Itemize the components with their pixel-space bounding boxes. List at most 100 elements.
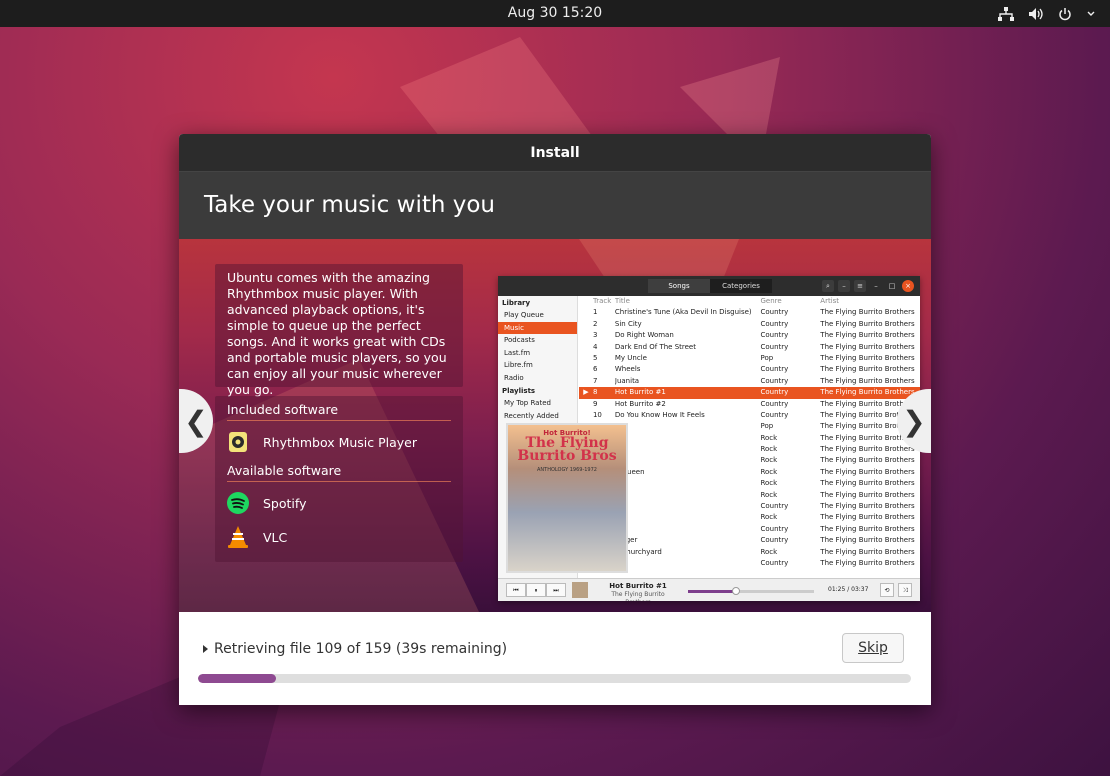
rb-track-artist: The Flying Burrito Brothers xyxy=(820,558,915,567)
rb-track-artist: The Flying Burrito Brothers xyxy=(820,445,915,454)
rb-track-row: 5 My Uncle Pop The Flying Burrito Brothers xyxy=(579,353,920,364)
rb-track-genre: Pop xyxy=(760,422,774,431)
rb-seek-bar xyxy=(688,587,814,595)
rb-library-item: Play Queue xyxy=(504,311,544,319)
rb-track-row: 10 Do You Know How It Feels Country The Fly… xyxy=(579,410,920,421)
rb-track-genre: Country xyxy=(760,376,789,385)
rb-track-number: 1 xyxy=(592,308,598,317)
rb-track-genre: Country xyxy=(760,524,789,533)
rb-track-row: ngCountry The Flying Burrito Brothers xyxy=(579,501,920,512)
software-name: Rhythmbox Music Player xyxy=(263,434,418,450)
rb-track-title: Do Right Woman xyxy=(614,331,674,340)
rb-track-row: FogRock The Flying Burrito Brothers xyxy=(579,490,920,501)
volume-icon[interactable] xyxy=(1028,7,1044,21)
rb-track-artist: The Flying Burrito Brothers xyxy=(820,376,915,385)
rb-track-genre: Rock xyxy=(760,479,778,488)
system-tray[interactable] xyxy=(998,0,1096,27)
rb-track-genre: Country xyxy=(760,308,789,317)
rb-track-number: 7 xyxy=(592,376,598,385)
rb-track-genre: Rock xyxy=(760,547,778,556)
slide-description: Ubuntu comes with the amazing Rhythmbox … xyxy=(215,264,463,397)
rb-library-item: Last.fm xyxy=(504,348,531,357)
rb-track-artist: The Flying Burrito Brothers xyxy=(820,365,915,374)
rb-play-indicator xyxy=(579,399,593,410)
rb-track-artist: The Flying Burrito Brothers xyxy=(820,502,915,511)
rb-track-row: Rock The Flying Burrito Brothers xyxy=(579,512,920,523)
rb-track-number: 4 xyxy=(592,342,598,351)
rb-col-title: Title xyxy=(614,297,630,305)
available-software-title: Available software xyxy=(227,463,451,482)
rb-track-title: Hot Burrito #1 xyxy=(614,388,666,397)
installer-window: Install Take your music with you Ubuntu … xyxy=(179,134,931,705)
top-bar: Aug 30 15:20 xyxy=(0,0,1110,27)
rb-track-number: 8 xyxy=(592,388,598,397)
rb-repeat-icon: ⟲ xyxy=(880,583,894,597)
rb-play-indicator xyxy=(579,319,593,330)
rb-track-row: 3 Do Right Woman Country The Flying Burrito… xyxy=(579,330,920,341)
rb-track-number: 10 xyxy=(592,410,602,419)
chevron-down-icon[interactable] xyxy=(1086,9,1096,19)
rb-track-artist: The Flying Burrito Brothers xyxy=(820,513,915,522)
rb-track-artist: The Flying Burrito Brothers xyxy=(820,308,915,317)
rb-column-headers: Track Title Genre Artist xyxy=(579,296,920,307)
rb-pause-icon: ⏸ xyxy=(526,583,546,597)
power-icon[interactable] xyxy=(1058,7,1072,21)
rb-track-title xyxy=(615,512,761,523)
rb-track-row: 2 Sin City Country The Flying Burrito Broth… xyxy=(579,319,920,330)
rb-track-genre: Country xyxy=(760,558,789,567)
rb-playlist-item: My Top Rated xyxy=(504,399,551,407)
network-icon[interactable] xyxy=(998,6,1014,21)
slideshow: Ubuntu comes with the amazing Rhythmbox … xyxy=(179,239,931,612)
rb-track-artist: The Flying Burrito Brothers xyxy=(820,388,915,397)
software-list: Included software Rhythmbox Music Player… xyxy=(215,396,463,562)
rb-track-title: Go xyxy=(615,478,761,489)
rb-track-title xyxy=(615,421,761,432)
rb-track-title: Singer xyxy=(615,535,761,546)
rb-library-heading: Library xyxy=(502,299,531,307)
rb-play-indicator xyxy=(579,376,593,387)
rb-tab-categories: Categories xyxy=(710,279,772,293)
rb-track-genre: Country xyxy=(760,502,789,511)
rb-track-row: SingerCountry The Flying Burrito Brothers xyxy=(579,535,920,546)
rb-track-artist: The Flying Burrito Brothers xyxy=(820,536,915,545)
rb-play-indicator xyxy=(579,330,593,341)
install-progress-bar xyxy=(198,674,911,683)
rb-track-row: 7 Juanita Country The Flying Burrito Brothe… xyxy=(579,376,920,387)
rb-track-row: 1 Christine's Tune (Aka Devil In Disguise… xyxy=(579,307,920,318)
rb-track-number: 3 xyxy=(592,331,598,340)
expander-triangle-icon[interactable] xyxy=(203,645,208,653)
install-footer: Retrieving file 109 of 159 (39s remainin… xyxy=(179,612,931,705)
rb-track-genre: Country xyxy=(760,365,789,374)
rb-library-item: Music xyxy=(498,321,577,334)
rb-col-track: Track xyxy=(592,297,612,305)
rb-track-row: ongRockThe Flying Burrito Brothers xyxy=(579,433,920,444)
rb-track-genre: Country xyxy=(760,342,789,351)
rb-track-row: 4 Dark End Of The Street Country The Flying… xyxy=(579,342,920,353)
album-art: Hot Burrito! The Flying Burrito Bros ANT… xyxy=(506,423,628,573)
rb-track-row: Pop The Flying Burrito Broth xyxy=(579,421,920,432)
rb-play-indicator: ▶ xyxy=(583,388,589,397)
rb-track-title: Wheels xyxy=(614,365,641,374)
included-software-title: Included software xyxy=(227,402,451,421)
rb-track-number: 9 xyxy=(592,399,598,408)
rb-track-artist: The Flying Burrito Brothers xyxy=(820,456,915,465)
clock[interactable]: Aug 30 15:20 xyxy=(0,0,1110,27)
status-expander[interactable]: Retrieving file 109 of 159 (39s remainin… xyxy=(203,641,507,657)
rb-col-genre: Genre xyxy=(760,297,782,305)
rb-track-title: e xyxy=(615,455,761,466)
album-art-subtitle: ANTHOLOGY 1969-1972 xyxy=(537,467,597,473)
skip-button[interactable]: Skip xyxy=(842,633,904,663)
rb-playlist-item: Recently Added xyxy=(504,411,559,420)
rb-track-title: n Queen xyxy=(614,467,645,476)
rb-track-title: Hot Burrito #2 xyxy=(614,399,666,408)
rb-now-playing-artist: The Flying Burrito Brothers xyxy=(611,591,665,601)
rb-track-artist: The Flying Burrito Brothers xyxy=(820,353,915,362)
rb-library-item: Libre.fm xyxy=(504,361,533,369)
slide-heading: Take your music with you xyxy=(179,172,931,239)
rb-track-artist: The Flying Burrito Brothers xyxy=(820,479,915,488)
rb-maximize-icon: □ xyxy=(888,282,896,290)
rb-track-genre: Rock xyxy=(760,490,778,499)
rhythmbox-headerbar: Songs Categories ⌕ – ≡ – □ × xyxy=(498,276,920,296)
window-title: Install xyxy=(179,134,931,172)
rb-col-artist: Artist xyxy=(820,297,840,305)
